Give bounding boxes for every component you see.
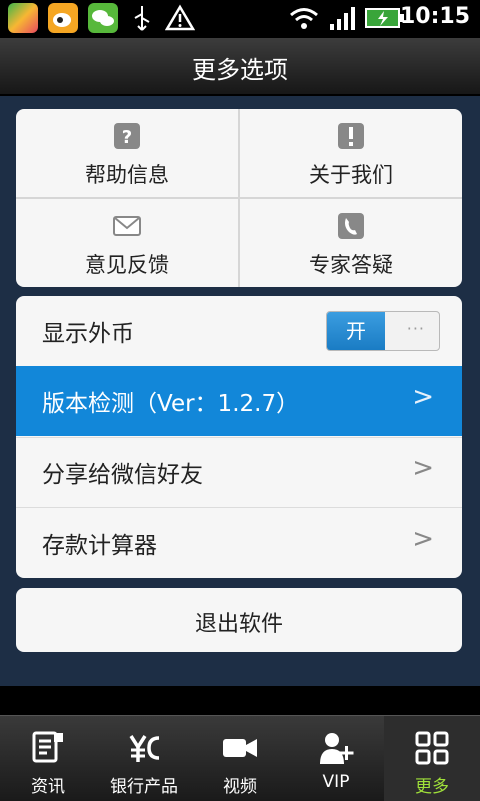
show-currency-row: 显示外币 开 ··· [16, 296, 462, 366]
tab-label: 资讯 [31, 777, 65, 797]
vip-icon [320, 733, 354, 764]
grid-item-help[interactable]: ? 帮助信息 [16, 109, 238, 197]
warning-icon [165, 4, 195, 31]
grid-icon [415, 731, 449, 765]
weibo-icon [48, 3, 78, 33]
tab-label: 更多 [415, 777, 449, 797]
tab-video[interactable]: 视频 [192, 716, 288, 801]
grid-divider [16, 197, 462, 199]
deposit-calculator-label: 存款计算器 [42, 533, 157, 559]
tab-more[interactable]: 更多 [384, 716, 480, 801]
grid-item-label: 专家答疑 [309, 253, 393, 277]
share-wechat-row[interactable]: 分享给微信好友 > [16, 437, 462, 507]
about-icon [338, 123, 364, 149]
currency-toggle[interactable]: 开 ··· [326, 311, 440, 351]
tab-label: 视频 [223, 777, 257, 797]
exit-button[interactable]: 退出软件 [16, 588, 462, 652]
chevron-right-icon: > [412, 382, 434, 412]
toggle-on-label: 开 [327, 312, 385, 350]
grid-item-about[interactable]: 关于我们 [240, 109, 462, 197]
yen-icon [129, 735, 160, 762]
video-icon [223, 739, 257, 757]
chevron-right-icon: > [412, 524, 434, 554]
chevron-right-icon: > [412, 453, 434, 483]
tab-bank-products[interactable]: 银行产品 [96, 716, 192, 801]
title-bar: 更多选项 [0, 38, 480, 96]
signal-icon [330, 7, 355, 30]
svg-text:?: ? [122, 127, 132, 148]
tab-vip[interactable]: VIP [288, 716, 384, 801]
news-icon [32, 731, 63, 763]
page-title: 更多选项 [192, 56, 288, 84]
tab-label: 银行产品 [110, 777, 178, 797]
tab-label: VIP [322, 772, 350, 792]
deposit-calculator-row[interactable]: 存款计算器 > [16, 508, 462, 578]
grid-item-feedback[interactable]: 意见反馈 [16, 199, 238, 287]
show-currency-label: 显示外币 [42, 321, 134, 347]
share-wechat-label: 分享给微信好友 [42, 462, 203, 488]
options-grid: ? 帮助信息 关于我们 意见反馈 专家答疑 [16, 109, 462, 287]
mail-icon [113, 216, 141, 236]
version-check-row[interactable]: 版本检测（Ver：1.2.7） > [16, 366, 462, 436]
grid-item-label: 帮助信息 [85, 163, 169, 187]
settings-list: 显示外币 开 ··· 版本检测（Ver：1.2.7） > 分享给微信好友 > 存… [16, 296, 462, 578]
wifi-icon [290, 8, 318, 29]
bottom-tab-bar: 资讯 银行产品 视频 VIP 更多 [0, 715, 480, 801]
grid-item-expert[interactable]: 专家答疑 [240, 199, 462, 287]
grid-item-label: 意见反馈 [85, 253, 169, 277]
clock: 10:15 [399, 4, 470, 29]
content-area: ? 帮助信息 关于我们 意见反馈 专家答疑 显示外币 开 ··· 版本检测（Ve… [0, 96, 480, 686]
help-icon: ? [114, 123, 140, 149]
exit-label: 退出软件 [194, 612, 283, 637]
grid-item-label: 关于我们 [309, 163, 393, 187]
toggle-off-dots: ··· [406, 319, 425, 338]
status-bar: 10:15 [0, 0, 480, 38]
phone-icon [338, 213, 364, 239]
app-icon [8, 3, 38, 33]
wechat-icon [88, 3, 118, 33]
version-check-label: 版本检测（Ver：1.2.7） [42, 391, 300, 417]
tab-news[interactable]: 资讯 [0, 716, 96, 801]
usb-icon [134, 6, 150, 31]
